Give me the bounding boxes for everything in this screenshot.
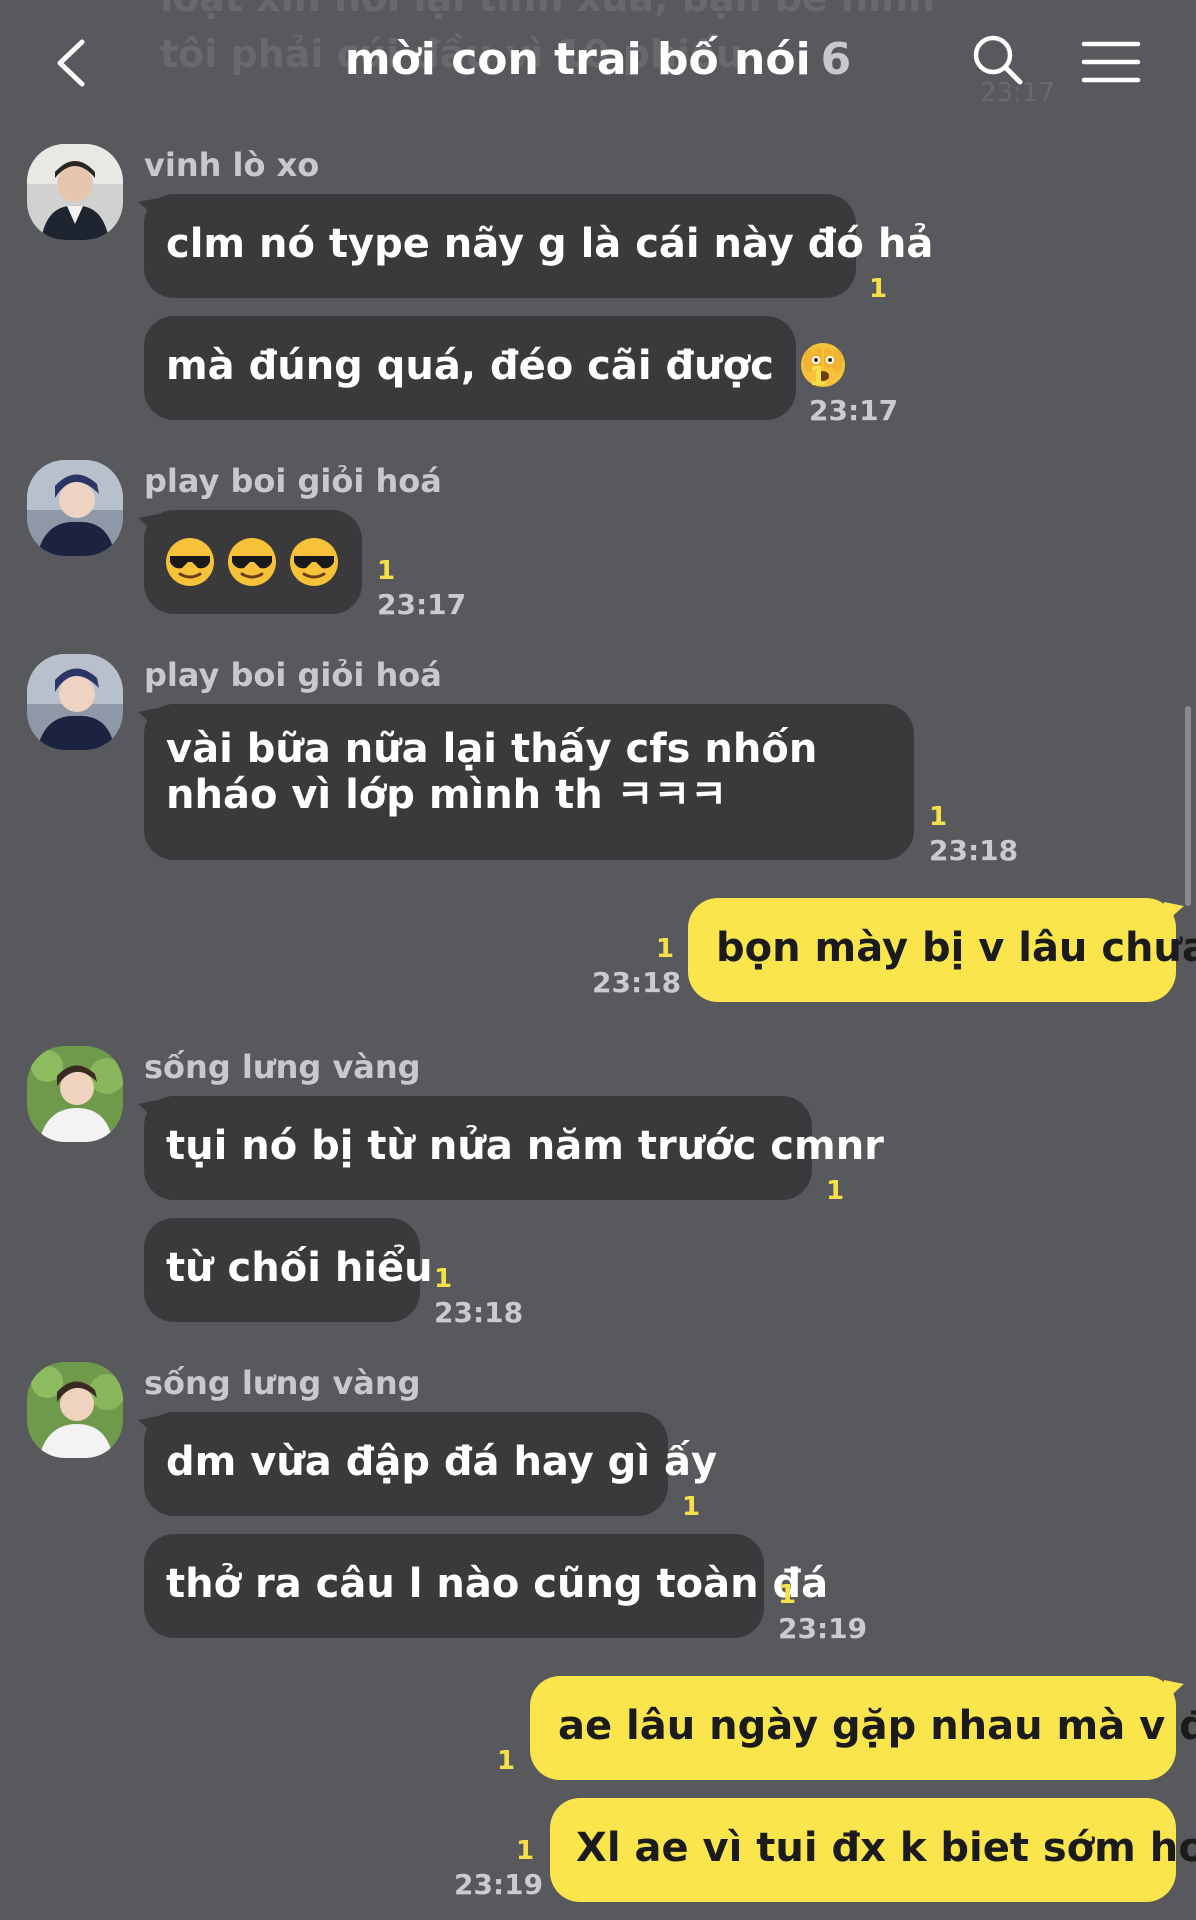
unread-count: 1 bbox=[778, 1580, 797, 1610]
bubble-tail bbox=[1164, 1680, 1184, 1704]
message-text: clm nó type nãy g là cái này đó hả bbox=[166, 221, 934, 267]
message-time: 23:18 bbox=[929, 834, 1019, 867]
message-text: từ chối hiểu bbox=[166, 1245, 433, 1291]
bubble-tail bbox=[1164, 902, 1184, 926]
sender-name: vinh lò xo bbox=[144, 146, 320, 184]
message-bubble[interactable] bbox=[144, 510, 362, 614]
sender-name: play boi giỏi hoá bbox=[144, 462, 442, 500]
unread-count: 1 bbox=[826, 1176, 845, 1206]
message-bubble[interactable]: từ chối hiểu bbox=[144, 1218, 433, 1322]
message-text: thở ra câu l nào cũng toàn đá bbox=[166, 1561, 829, 1607]
message-bubble[interactable]: tụi nó bị từ nửa năm trước cmnr bbox=[144, 1096, 884, 1200]
my-message-bubble[interactable]: bọn mày bị v lâu chưa bbox=[688, 898, 1196, 1002]
message-text: bọn mày bị v lâu chưa bbox=[716, 925, 1196, 971]
sunglasses-face-icon bbox=[166, 538, 338, 586]
message-time: 23:17 bbox=[377, 588, 467, 621]
message-text: Xl ae vì tui đx k biet sớm hơn bbox=[576, 1825, 1196, 1871]
chat-screen: loạt xin nói lại tình xưa, bạn bè hình t… bbox=[0, 0, 1196, 1920]
my-message-bubble[interactable]: Xl ae vì tui đx k biet sớm hơn bbox=[550, 1798, 1196, 1902]
unread-count: 1 bbox=[809, 362, 828, 392]
message-bubble[interactable]: dm vừa đập đá hay gì ấy bbox=[144, 1412, 717, 1516]
menu-icon[interactable] bbox=[1080, 38, 1142, 86]
message-text: dm vừa đập đá hay gì ấy bbox=[166, 1439, 718, 1485]
chat-header: mời con trai bố nói 6 bbox=[0, 0, 1196, 125]
message-text: tụi nó bị từ nửa năm trước cmnr bbox=[166, 1123, 884, 1169]
unread-count: 1 bbox=[869, 274, 888, 304]
message-bubble[interactable]: clm nó type nãy g là cái này đó hả bbox=[144, 194, 933, 298]
message-bubble[interactable]: mà đúng quá, đéo cãi được bbox=[144, 316, 845, 420]
avatar[interactable] bbox=[27, 1046, 123, 1142]
message-time: 23:17 bbox=[809, 394, 899, 427]
message-bubble[interactable]: thở ra câu l nào cũng toàn đá bbox=[144, 1534, 828, 1638]
avatar[interactable] bbox=[27, 654, 123, 750]
sender-name: sống lưng vàng bbox=[144, 1048, 421, 1086]
message-bubble[interactable]: vài bữa nữa lại thấy cfs nhốn nháo vì lớ… bbox=[144, 704, 914, 860]
unread-count: 1 bbox=[434, 1264, 453, 1294]
message-time: 23:18 bbox=[434, 1296, 524, 1329]
chat-title-text: mời con trai bố nói bbox=[344, 34, 811, 85]
avatar[interactable] bbox=[27, 144, 123, 240]
avatar[interactable] bbox=[27, 460, 123, 556]
my-message-bubble[interactable]: ae lâu ngày gặp nhau mà v đó bbox=[530, 1676, 1196, 1780]
member-count: 6 bbox=[820, 34, 852, 85]
message-time: 23:18 bbox=[592, 966, 682, 999]
unread-count: 1 bbox=[682, 1492, 701, 1522]
message-time: 23:19 bbox=[778, 1612, 868, 1645]
sender-name: play boi giỏi hoá bbox=[144, 656, 442, 694]
search-icon[interactable] bbox=[970, 32, 1026, 88]
sender-name: sống lưng vàng bbox=[144, 1364, 421, 1402]
unread-count: 1 bbox=[929, 802, 948, 832]
scrollbar[interactable] bbox=[1185, 706, 1191, 906]
message-text: vài bữa nữa lại thấy cfs nhốn nháo vì lớ… bbox=[166, 726, 818, 818]
unread-count: 1 bbox=[516, 1836, 535, 1866]
unread-count: 1 bbox=[656, 934, 675, 964]
message-text: mà đúng quá, đéo cãi được bbox=[166, 343, 774, 389]
unread-count: 1 bbox=[497, 1746, 516, 1776]
message-time: 23:19 bbox=[454, 1868, 544, 1901]
message-text: ae lâu ngày gặp nhau mà v đó bbox=[558, 1703, 1196, 1749]
unread-count: 1 bbox=[377, 556, 396, 586]
avatar[interactable] bbox=[27, 1362, 123, 1458]
